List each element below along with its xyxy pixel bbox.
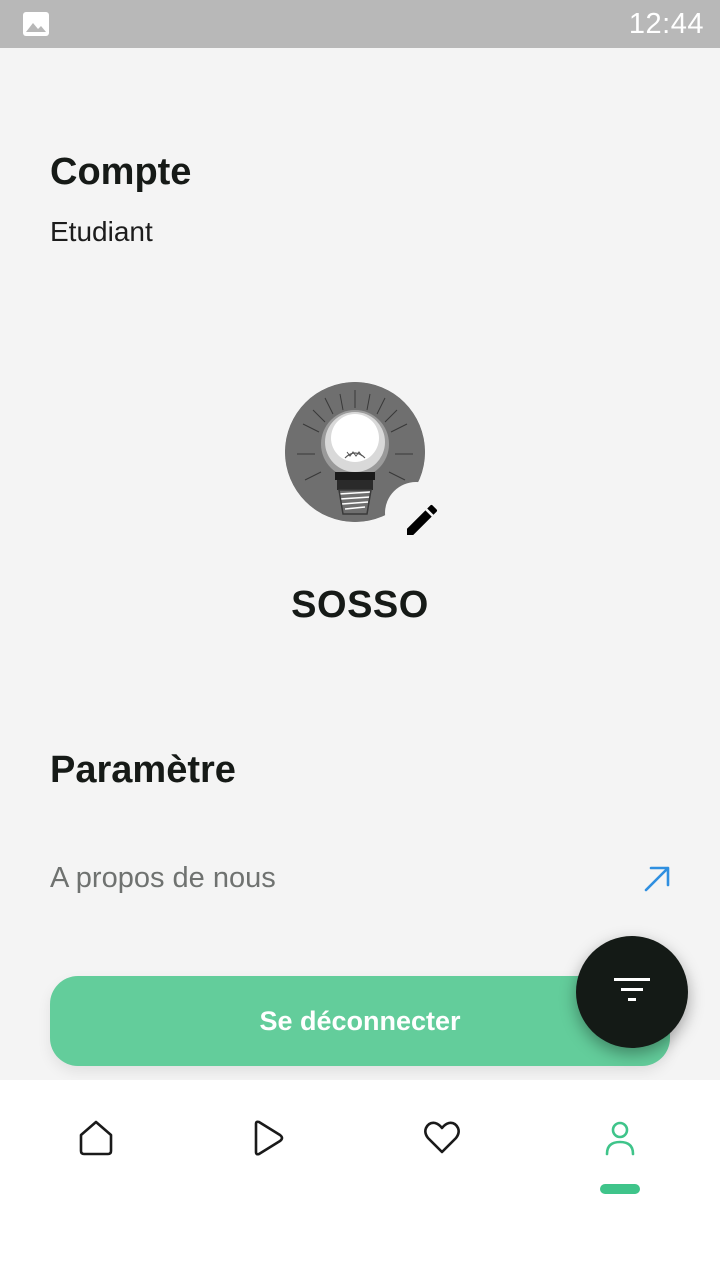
settings-title: Paramètre	[50, 749, 236, 791]
account-title: Compte	[50, 151, 192, 193]
play-icon	[254, 1120, 284, 1156]
active-tab-indicator	[600, 1184, 640, 1194]
nav-play[interactable]	[238, 1116, 298, 1176]
pencil-icon	[407, 504, 438, 535]
username: SOSSO	[291, 584, 429, 626]
nav-favorites[interactable]	[412, 1116, 472, 1176]
status-bar: 12:44	[0, 0, 720, 48]
filter-button[interactable]	[576, 936, 688, 1048]
bottom-navigation	[0, 1080, 720, 1280]
heart-icon	[424, 1121, 460, 1154]
about-us-label: A propos de nous	[50, 862, 276, 894]
user-icon	[605, 1121, 635, 1156]
image-icon	[23, 12, 49, 36]
edit-avatar-button[interactable]	[385, 482, 447, 544]
nav-profile[interactable]	[590, 1116, 650, 1176]
profile-screen: 12:44 Compte Etudiant SOSSO Paramètre A …	[0, 0, 720, 1280]
arrow-up-right-icon	[644, 866, 670, 892]
home-icon	[79, 1120, 113, 1156]
status-clock: 12:44	[628, 8, 704, 40]
nav-home[interactable]	[66, 1116, 126, 1176]
filter-icon	[614, 978, 650, 1001]
avatar-container	[285, 382, 447, 544]
about-us-link[interactable]: A propos de nous	[50, 852, 672, 908]
account-role: Etudiant	[50, 216, 153, 247]
